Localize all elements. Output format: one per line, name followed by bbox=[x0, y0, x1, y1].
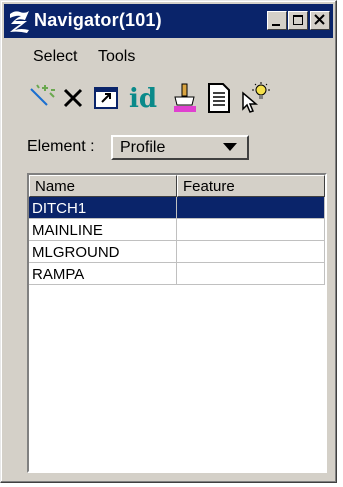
id-tool[interactable]: id bbox=[129, 84, 157, 114]
menu-bar: Select Tools bbox=[4, 41, 333, 69]
paint-brush-icon bbox=[174, 83, 196, 112]
table-row[interactable]: DITCH1 bbox=[29, 197, 325, 219]
row-feature-cell bbox=[177, 219, 325, 241]
paint-brush-tool[interactable] bbox=[169, 81, 201, 117]
close-button[interactable] bbox=[310, 11, 330, 30]
row-feature-cell bbox=[177, 241, 325, 263]
document-icon bbox=[208, 83, 230, 113]
element-label: Element : bbox=[27, 138, 95, 155]
column-header-name[interactable]: Name bbox=[29, 175, 177, 197]
table-row[interactable]: MAINLINE bbox=[29, 219, 325, 241]
maximize-button[interactable] bbox=[288, 11, 308, 30]
delete-tool[interactable] bbox=[59, 81, 91, 117]
minimize-icon bbox=[272, 24, 280, 26]
list-header: Name Feature bbox=[29, 175, 325, 197]
lightbulb-cursor-tool[interactable] bbox=[237, 81, 270, 117]
menu-select[interactable]: Select bbox=[33, 48, 77, 66]
row-feature-cell bbox=[177, 197, 325, 219]
delete-x-icon bbox=[63, 88, 83, 108]
lightbulb-cursor-icon bbox=[242, 82, 270, 113]
row-feature-cell bbox=[177, 263, 325, 285]
row-name-cell: MAINLINE bbox=[29, 219, 177, 241]
title-bar[interactable]: Navigator(101) bbox=[4, 4, 333, 38]
toolbar: id bbox=[25, 81, 325, 121]
element-list[interactable]: Name Feature DITCH1 MAINLINE MLGROUND RA… bbox=[27, 173, 327, 473]
minimize-button[interactable] bbox=[267, 11, 287, 30]
chevron-down-icon bbox=[223, 143, 237, 151]
table-row[interactable]: RAMPA bbox=[29, 263, 325, 285]
element-dropdown-value: Profile bbox=[120, 139, 166, 156]
row-name-cell: RAMPA bbox=[29, 263, 177, 285]
row-name-cell: DITCH1 bbox=[29, 197, 177, 219]
navigator-window: Navigator(101) Select Tools id Element:… bbox=[0, 0, 337, 483]
element-dropdown[interactable]: Profile bbox=[111, 135, 249, 160]
maximize-icon bbox=[293, 15, 303, 25]
column-header-feature[interactable]: Feature bbox=[177, 175, 325, 197]
window-title: Navigator(101) bbox=[34, 10, 162, 30]
table-row[interactable]: MLGROUND bbox=[29, 241, 325, 263]
document-tool[interactable] bbox=[203, 81, 235, 117]
app-icon bbox=[10, 11, 29, 33]
magic-wand-icon bbox=[30, 84, 55, 106]
menu-tools[interactable]: Tools bbox=[98, 48, 135, 66]
window-resize-icon bbox=[94, 87, 118, 109]
row-name-cell: MLGROUND bbox=[29, 241, 177, 263]
window-resize-tool[interactable] bbox=[91, 81, 123, 117]
close-icon bbox=[314, 14, 325, 25]
magic-wand-tool[interactable] bbox=[25, 81, 57, 117]
